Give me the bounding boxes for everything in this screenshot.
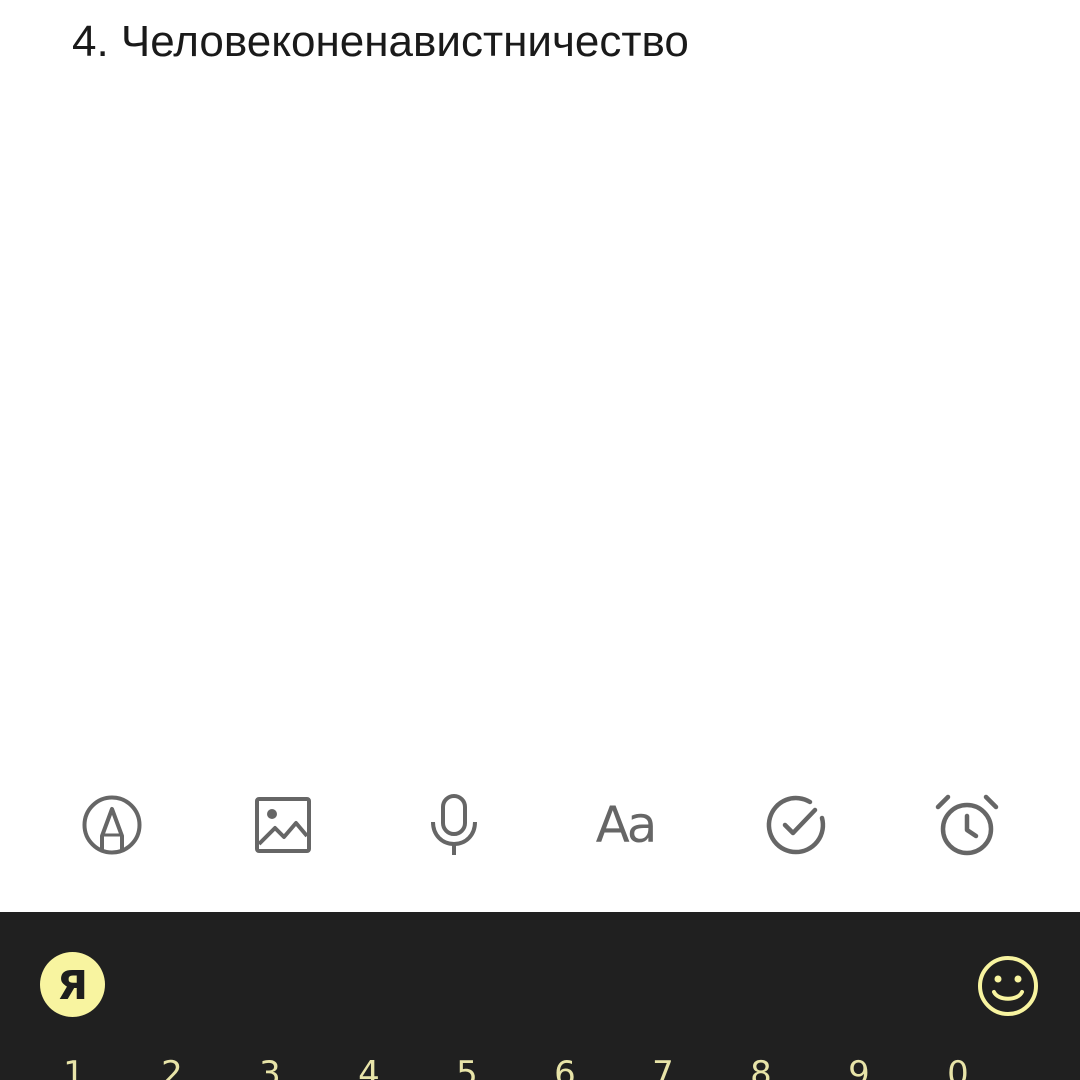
note-text[interactable]: 4. Человеконенавистничество xyxy=(72,14,689,70)
text-format-button[interactable]: Aa xyxy=(580,780,670,870)
check-circle-icon xyxy=(766,795,826,855)
voice-button[interactable] xyxy=(409,780,499,870)
key-1[interactable]: 1 xyxy=(44,1044,104,1080)
key-9[interactable]: 9 xyxy=(829,1044,889,1080)
key-0[interactable]: 0 xyxy=(928,1044,988,1080)
key-7[interactable]: 7 xyxy=(633,1044,693,1080)
yandex-logo-icon: Я xyxy=(57,962,88,1009)
key-6[interactable]: 6 xyxy=(535,1044,595,1080)
text-format-icon: Aa xyxy=(595,796,658,854)
screen: 4. Человеконенавистничество Aa Я 1 2 3 4… xyxy=(0,0,1080,1080)
key-8[interactable]: 8 xyxy=(731,1044,791,1080)
number-row: 1 2 3 4 5 6 7 8 9 0 xyxy=(0,1044,1080,1080)
key-2[interactable]: 2 xyxy=(142,1044,202,1080)
reminder-button[interactable] xyxy=(922,780,1012,870)
pen-circle-icon xyxy=(82,795,142,855)
alarm-clock-icon xyxy=(935,794,999,856)
emoji-button[interactable] xyxy=(976,954,1040,1018)
image-icon xyxy=(255,797,311,853)
key-3[interactable]: 3 xyxy=(240,1044,300,1080)
note-toolbar: Aa xyxy=(0,780,1080,870)
keyboard: Я 1 2 3 4 5 6 7 8 9 0 xyxy=(0,912,1080,1080)
key-5[interactable]: 5 xyxy=(437,1044,497,1080)
pen-button[interactable] xyxy=(67,780,157,870)
image-button[interactable] xyxy=(238,780,328,870)
yandex-keyboard-button[interactable]: Я xyxy=(40,952,105,1017)
key-4[interactable]: 4 xyxy=(339,1044,399,1080)
microphone-icon xyxy=(431,794,477,855)
checklist-button[interactable] xyxy=(751,780,841,870)
smiley-icon xyxy=(978,956,1038,1016)
